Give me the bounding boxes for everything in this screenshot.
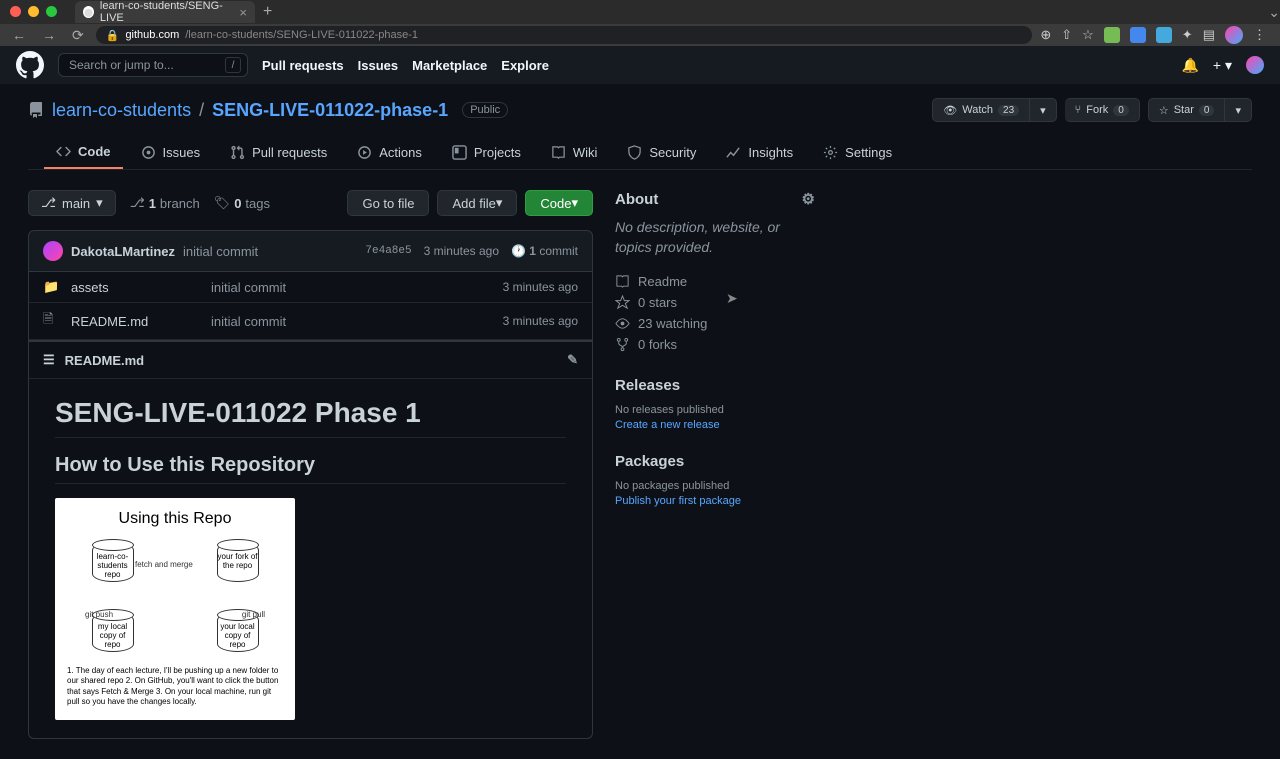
close-tab-icon[interactable]: × <box>239 5 247 20</box>
share-icon[interactable]: ⇧ <box>1061 27 1072 43</box>
repo-owner-link[interactable]: learn-co-students <box>52 100 191 121</box>
releases-heading[interactable]: Releases <box>615 377 815 394</box>
nav-pull-requests[interactable]: Pull requests <box>262 58 344 73</box>
extensions-icon[interactable]: ✦ <box>1182 27 1193 43</box>
commit-hash[interactable]: 7e4a8e5 <box>365 245 411 257</box>
stars-link[interactable]: 0 stars <box>615 292 815 313</box>
file-row[interactable]: 📁 assets initial commit 3 minutes ago <box>29 272 592 303</box>
file-icon: 🗎 <box>43 310 59 332</box>
new-tab-button[interactable]: + <box>263 3 272 21</box>
list-icon[interactable]: ☰ <box>43 352 55 368</box>
commits-link[interactable]: 🕐 1 commit <box>511 244 578 258</box>
visibility-badge: Public <box>462 102 508 118</box>
edit-readme-icon[interactable]: ✎ <box>567 352 578 368</box>
watch-button[interactable]: 👁 Watch 23 <box>932 98 1030 122</box>
menu-icon[interactable]: ⋮ <box>1253 27 1266 43</box>
repo-icon <box>28 102 44 118</box>
reload-button[interactable]: ⟳ <box>68 27 88 44</box>
nav-explore[interactable]: Explore <box>501 58 549 73</box>
star-button[interactable]: ☆ Star 0 <box>1148 98 1226 122</box>
go-to-file-button[interactable]: Go to file <box>347 190 429 216</box>
commit-author-avatar[interactable] <box>43 241 63 261</box>
url-domain: github.com <box>125 29 179 41</box>
tags-link[interactable]: 🏷 0 tags <box>214 195 270 211</box>
about-description: No description, website, or topics provi… <box>615 218 815 257</box>
extension-icon[interactable] <box>1156 27 1172 43</box>
folder-icon: 📁 <box>43 279 59 295</box>
tab-wiki[interactable]: Wiki <box>539 136 610 169</box>
about-heading: About <box>615 191 658 208</box>
separator: / <box>199 100 204 121</box>
tabs-menu-icon[interactable]: ⌄ <box>1268 4 1280 21</box>
readme-diagram: Using this Repo learn-co-students repo y… <box>55 498 295 720</box>
github-favicon: ⬤ <box>83 6 94 18</box>
readme-link[interactable]: Readme <box>615 271 815 292</box>
extension-icon[interactable] <box>1130 27 1146 43</box>
tab-projects[interactable]: Projects <box>440 136 533 169</box>
watch-dropdown[interactable]: ▾ <box>1030 98 1057 122</box>
readme-filename[interactable]: README.md <box>65 353 144 368</box>
create-menu[interactable]: + ▾ <box>1213 57 1232 74</box>
search-shortcut: / <box>225 57 241 73</box>
packages-heading[interactable]: Packages <box>615 453 815 470</box>
extension-icon[interactable] <box>1104 27 1120 43</box>
readme-h1: SENG-LIVE-011022 Phase 1 <box>55 397 566 438</box>
address-bar[interactable]: 🔒 github.com/learn-co-students/SENG-LIVE… <box>96 26 1033 44</box>
browser-tab[interactable]: ⬤ learn-co-students/SENG-LIVE × <box>75 1 255 23</box>
bookmark-icon[interactable]: ☆ <box>1082 27 1094 43</box>
lock-icon: 🔒 <box>106 29 120 42</box>
file-row[interactable]: 🗎 README.md initial commit 3 minutes ago <box>29 303 592 340</box>
search-placeholder: Search or jump to... <box>69 58 174 72</box>
tab-actions[interactable]: Actions <box>345 136 434 169</box>
commit-message[interactable]: initial commit <box>183 244 258 259</box>
back-button[interactable]: ← <box>8 27 30 43</box>
tab-code[interactable]: Code <box>44 136 123 169</box>
zoom-icon[interactable]: ⊕ <box>1040 27 1051 43</box>
tab-settings[interactable]: Settings <box>811 136 904 169</box>
nav-marketplace[interactable]: Marketplace <box>412 58 487 73</box>
fork-button[interactable]: ⑂ Fork 0 <box>1065 98 1140 122</box>
tab-insights[interactable]: Insights <box>714 136 805 169</box>
create-release-link[interactable]: Create a new release <box>615 419 815 431</box>
branches-link[interactable]: ⎇ 1 branch <box>130 195 200 211</box>
tab-pull-requests[interactable]: Pull requests <box>218 136 339 169</box>
tab-issues[interactable]: Issues <box>129 136 213 169</box>
window-controls[interactable] <box>10 6 57 17</box>
code-button[interactable]: Code ▾ <box>525 190 593 216</box>
publish-package-link[interactable]: Publish your first package <box>615 495 815 507</box>
latest-commit[interactable]: DakotaLMartinez initial commit 7e4a8e5 3… <box>28 230 593 272</box>
readme-h2: How to Use this Repository <box>55 454 566 484</box>
watching-link[interactable]: 23 watching <box>615 313 815 334</box>
branch-selector[interactable]: ⎇ main ▾ <box>28 190 116 216</box>
star-dropdown[interactable]: ▾ <box>1225 98 1252 122</box>
reading-list-icon[interactable]: ▤ <box>1203 27 1215 43</box>
github-logo[interactable] <box>16 51 44 79</box>
forks-link[interactable]: 0 forks <box>615 334 815 355</box>
commit-time: 3 minutes ago <box>424 244 499 258</box>
repo-name-link[interactable]: SENG-LIVE-011022-phase-1 <box>212 100 448 121</box>
forward-button[interactable]: → <box>38 27 60 43</box>
nav-issues[interactable]: Issues <box>358 58 398 73</box>
add-file-button[interactable]: Add file ▾ <box>437 190 517 216</box>
tab-title: learn-co-students/SENG-LIVE <box>100 0 233 24</box>
commit-author[interactable]: DakotaLMartinez <box>71 244 175 259</box>
profile-avatar[interactable] <box>1225 26 1243 44</box>
user-avatar[interactable] <box>1246 56 1264 74</box>
gear-icon[interactable]: ⚙ <box>802 190 815 208</box>
search-input[interactable]: Search or jump to... / <box>58 53 248 77</box>
notifications-icon[interactable]: 🔔 <box>1181 57 1198 74</box>
tab-security[interactable]: Security <box>615 136 708 169</box>
